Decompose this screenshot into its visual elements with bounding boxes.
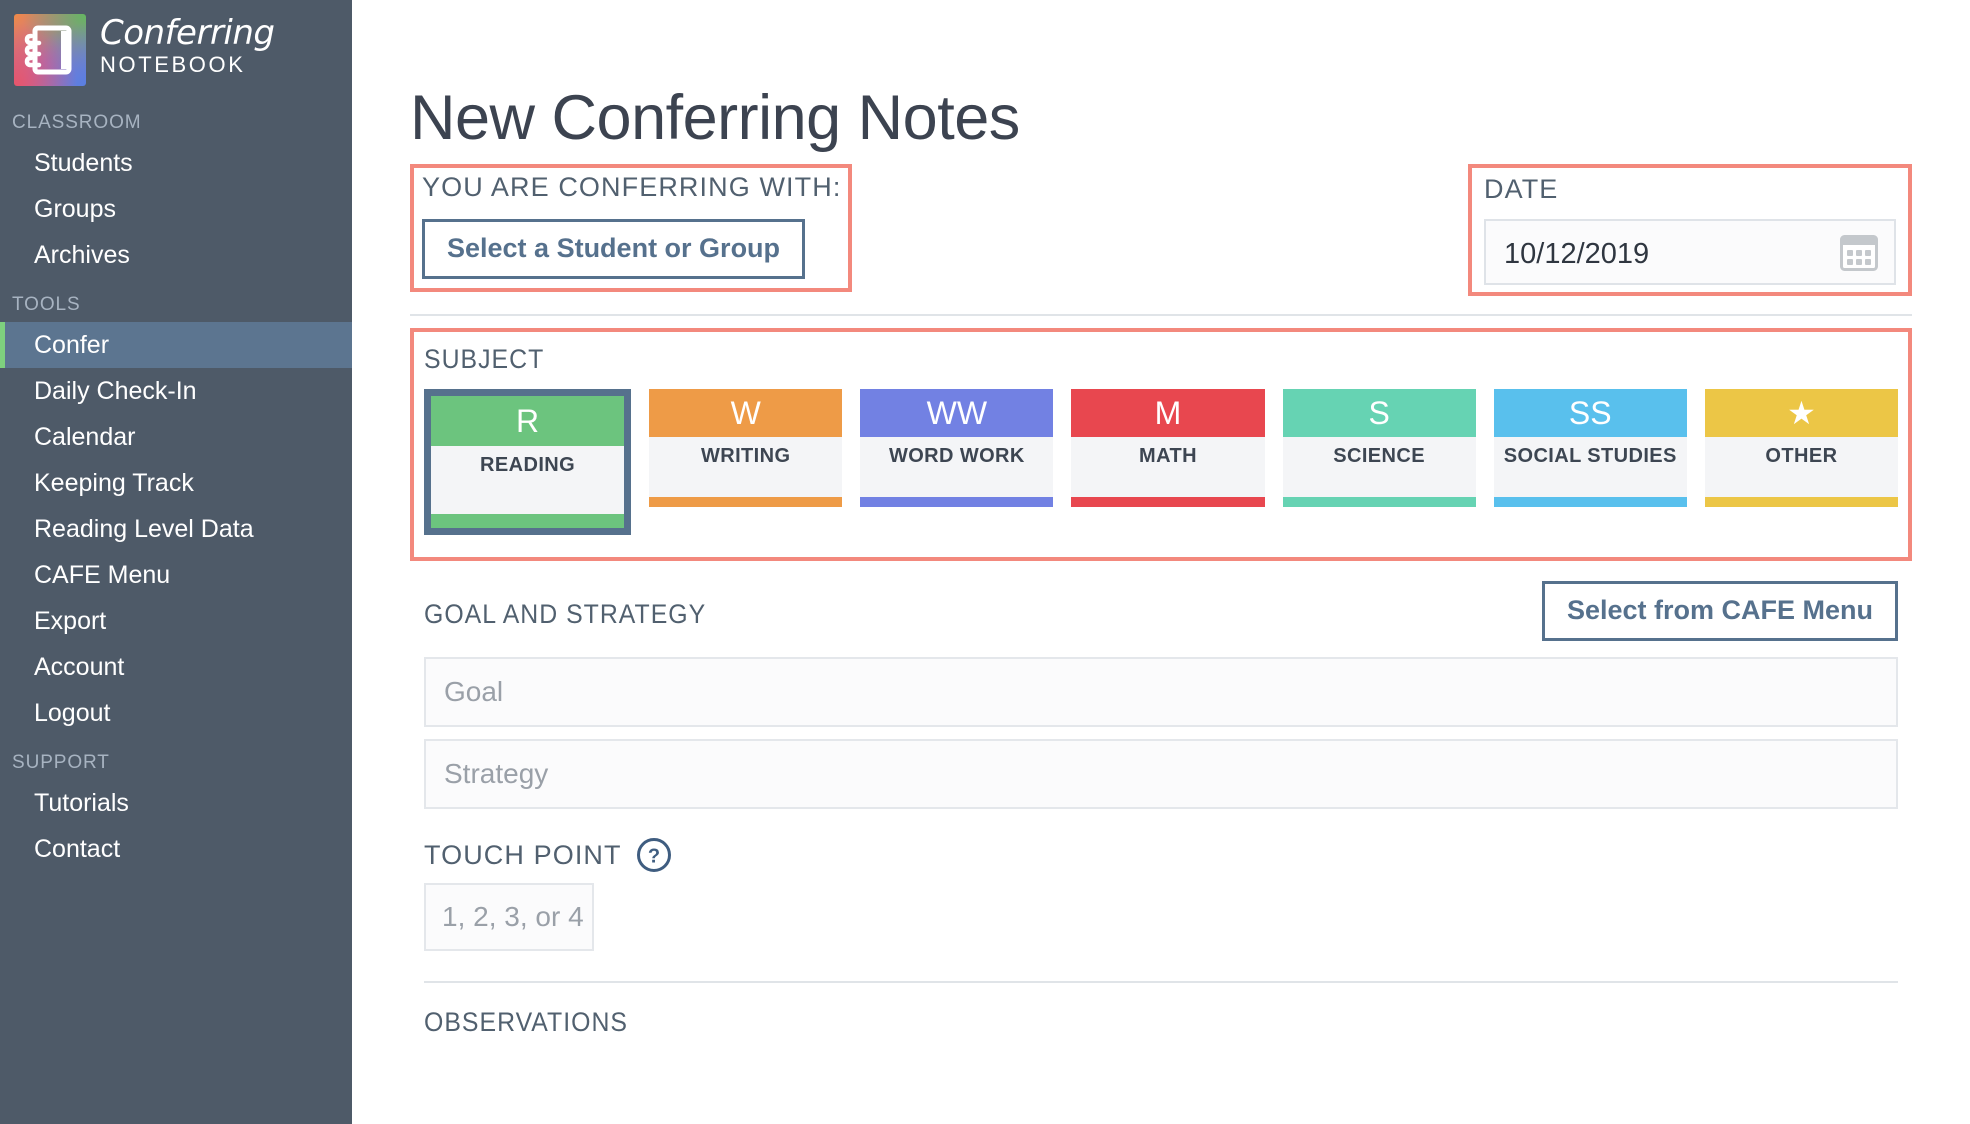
observations-label: OBSERVATIONS [424,1007,629,1037]
sidebar-item-archives[interactable]: Archives [0,232,352,278]
subject-abbr: SS [1493,389,1687,437]
subject-body: MATH [1071,437,1264,497]
date-block: DATE 10/12/2019 [1484,174,1896,285]
date-input[interactable]: 10/12/2019 [1484,219,1896,285]
subject-tile-reading[interactable]: R READING [424,389,632,535]
touch-point-header: TOUCH POINT ? [424,837,1912,873]
subject-tile-inner: M MATH [1071,389,1265,507]
question-mark-icon[interactable]: ? [636,837,672,873]
sidebar-section-tools: TOOLS [12,294,81,315]
svg-text:?: ? [648,846,660,868]
sidebar-item-daily-check-in[interactable]: Daily Check-In [0,368,352,414]
sidebar-item-export[interactable]: Export [0,598,352,644]
app-root: Conferring NOTEBOOK CLASSROOM Students G… [0,0,1970,1124]
brand-subtitle: NOTEBOOK [100,52,246,77]
subject-footer-stripe [860,497,1054,507]
subject-tile-inner: SS SOCIAL STUDIES [1493,389,1687,507]
select-from-cafe-menu-button[interactable]: Select from CAFE Menu [1541,581,1898,641]
subject-body: READING [431,446,624,514]
subject-abbr: W [649,389,843,437]
date-label: DATE [1484,174,1559,204]
subject-footer-stripe [1071,497,1265,507]
brand[interactable]: Conferring NOTEBOOK [0,0,352,96]
subject-tile-inner: W WRITING [649,389,843,507]
subject-footer-stripe [1704,497,1898,507]
touch-point-input[interactable]: 1, 2, 3, or 4 [424,883,594,951]
subject-tile-inner: R READING [431,396,625,528]
subject-abbr: R [431,396,625,446]
sidebar: Conferring NOTEBOOK CLASSROOM Students G… [0,0,352,1124]
subject-footer-stripe [649,497,843,507]
sidebar-section-support: SUPPORT [12,752,110,773]
subject-body: WORD WORK [860,437,1053,497]
subject-tile-inner: WW WORD WORK [860,389,1054,507]
subject-name: SCIENCE [1333,445,1425,467]
star-icon: ★ [1704,389,1898,437]
subject-footer-stripe [1493,497,1687,507]
subject-body: WRITING [649,437,842,497]
touch-point-label: TOUCH POINT [424,839,622,870]
subject-body: SOCIAL STUDIES [1494,437,1687,497]
notebook-icon [14,14,86,86]
subject-name: WORD WORK [888,445,1025,467]
subject-label: SUBJECT [424,344,545,374]
sidebar-item-keeping-track[interactable]: Keeping Track [0,460,352,506]
sidebar-item-account[interactable]: Account [0,644,352,690]
sidebar-item-students[interactable]: Students [0,140,352,186]
goal-strategy-header: GOAL AND STRATEGY Select from CAFE Menu [410,581,1912,651]
goal-input[interactable]: Goal [424,657,1898,727]
strategy-input[interactable]: Strategy [424,739,1898,809]
sidebar-item-tutorials[interactable]: Tutorials [0,780,352,826]
section-divider-top [410,314,1912,316]
subject-body: OTHER [1705,437,1898,497]
sidebar-item-logout[interactable]: Logout [0,690,352,736]
subject-name: SOCIAL STUDIES [1503,445,1677,467]
confer-with-block: YOU ARE CONFERRING WITH: Select a Studen… [422,172,852,279]
subject-name: OTHER [1765,445,1838,467]
top-fields-row: YOU ARE CONFERRING WITH: Select a Studen… [410,164,1912,308]
sidebar-item-contact[interactable]: Contact [0,826,352,872]
subject-name: MATH [1139,445,1197,467]
section-divider-observations [424,981,1898,983]
subject-tile-inner: ★ OTHER [1704,389,1898,507]
sidebar-item-cafe-menu[interactable]: CAFE Menu [0,552,352,598]
goal-strategy-label: GOAL AND STRATEGY [424,599,707,629]
subject-section: SUBJECT R READING W WRITING WW WORD WORK… [410,328,1912,561]
select-student-or-group-button[interactable]: Select a Student or Group [422,219,806,279]
subject-tile-inner: S SCIENCE [1282,389,1476,507]
sidebar-item-calendar[interactable]: Calendar [0,414,352,460]
subject-abbr: WW [860,389,1054,437]
sidebar-item-reading-level-data[interactable]: Reading Level Data [0,506,352,552]
subject-footer-stripe [431,514,625,528]
subject-abbr: S [1282,389,1476,437]
subject-name: WRITING [700,445,791,467]
subject-body: SCIENCE [1283,437,1476,497]
confer-with-label: YOU ARE CONFERRING WITH: [422,172,842,202]
subject-name: READING [480,454,576,476]
sidebar-item-groups[interactable]: Groups [0,186,352,232]
brand-text: Conferring NOTEBOOK [100,14,275,78]
subject-abbr: M [1071,389,1265,437]
subject-footer-stripe [1282,497,1476,507]
sidebar-item-confer[interactable]: Confer [0,322,352,368]
brand-title: Conferring [100,13,275,53]
notebook-glyph [24,25,72,75]
main-content: New Conferring Notes YOU ARE CONFERRING … [352,0,1970,1124]
calendar-icon[interactable] [1840,235,1878,276]
date-value: 10/12/2019 [1504,238,1650,270]
sidebar-section-classroom: CLASSROOM [12,112,142,133]
page-title: New Conferring Notes [410,83,1020,153]
